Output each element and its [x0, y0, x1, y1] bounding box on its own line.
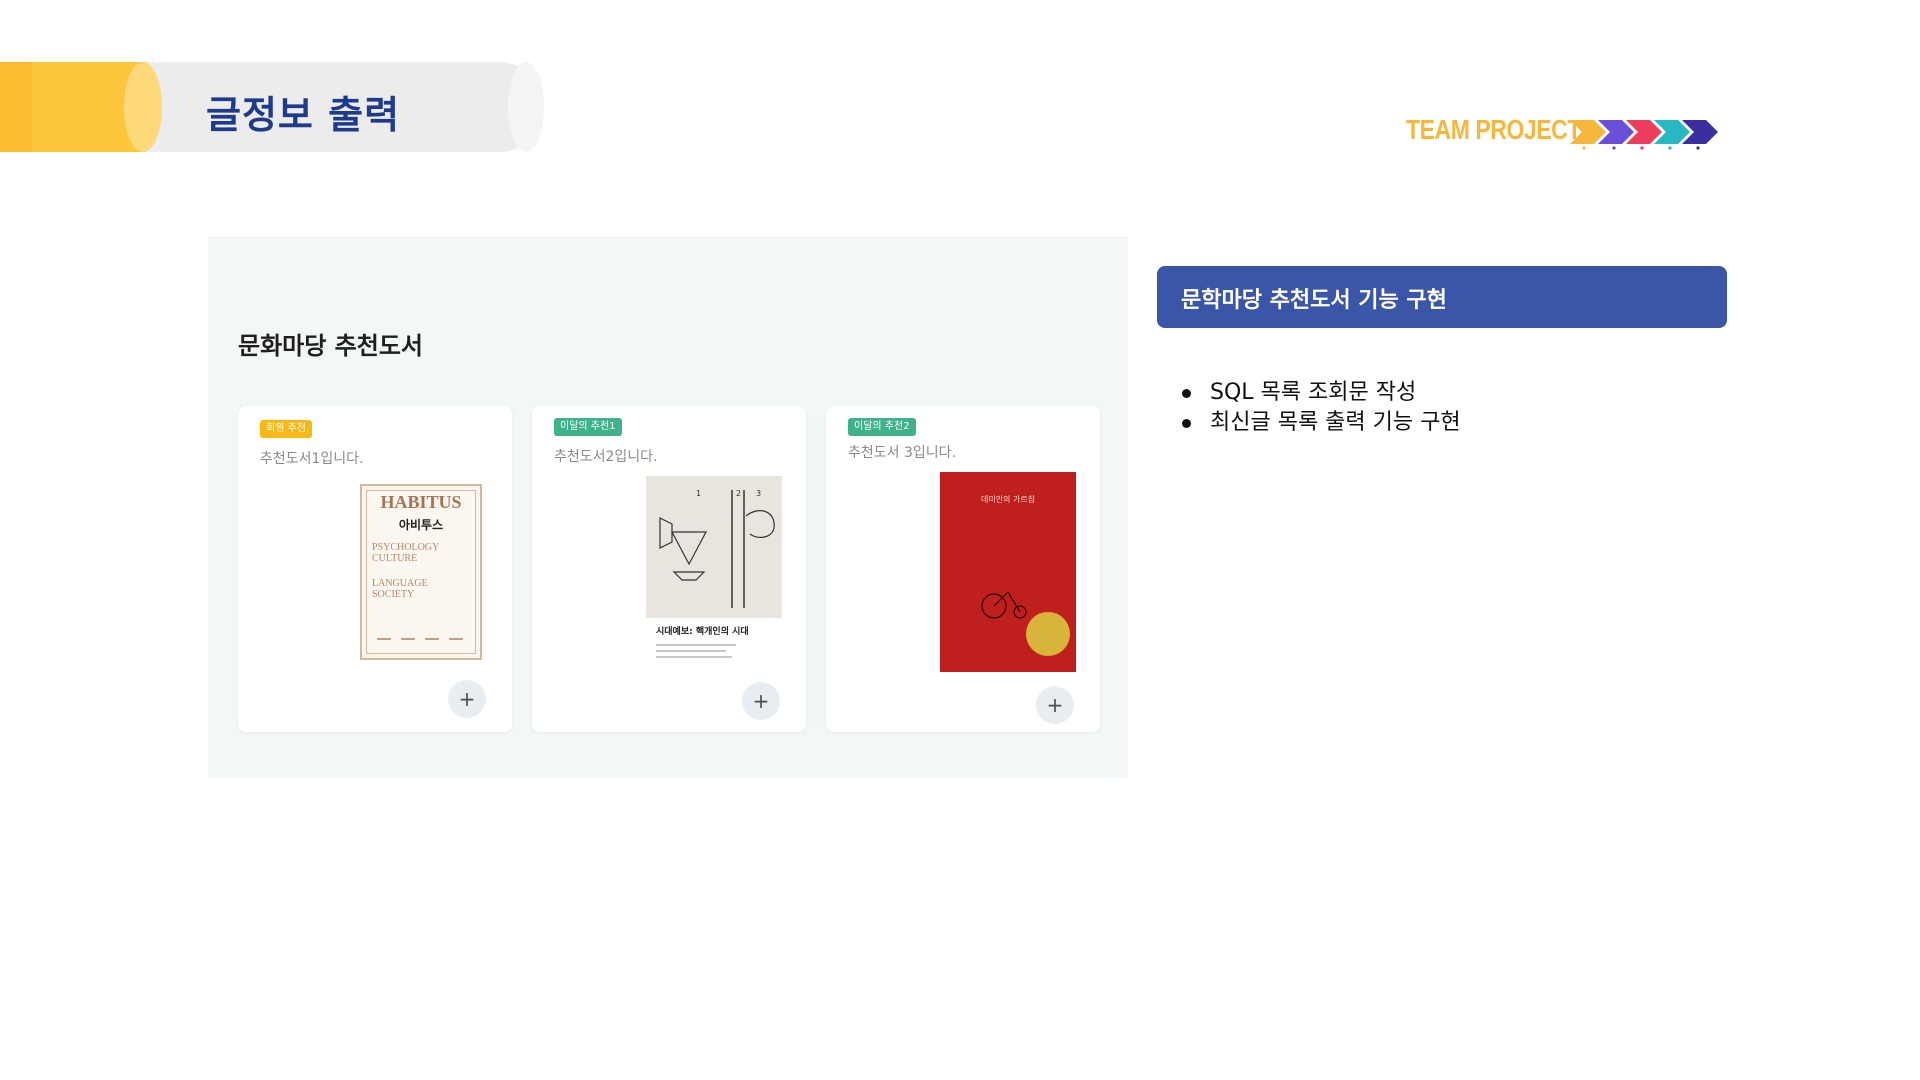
book-cover-image[interactable]: 1 2 3 시대예보: 핵개인의 시대	[646, 476, 782, 662]
cover-text-line	[656, 650, 726, 652]
bullet-dot-icon	[1182, 419, 1191, 428]
svg-text:2: 2	[736, 489, 741, 498]
cover-subtitle: 아비투스	[398, 518, 444, 532]
feature-title: 문학마당 추천도서 기능 구현	[1181, 288, 1447, 313]
list-item: SQL 목록 조회문 작성	[1182, 378, 1461, 408]
cover-illustration: 1 2 3	[646, 476, 782, 618]
banner-yellow-edge	[0, 62, 32, 152]
cover-text-line	[656, 644, 736, 646]
card-description: 추천도서1입니다.	[260, 451, 364, 467]
bullet-text: SQL 목록 조회문 작성	[1210, 380, 1417, 405]
chevron-arrows-icon	[1570, 120, 1718, 150]
cover-text-line	[656, 656, 732, 658]
cover-word: CULTURE	[372, 553, 418, 564]
book-card[interactable]: 이달의 추천1 추천도서2입니다. 1 2 3 시대예보: 핵개인의 시대 +	[532, 406, 806, 732]
bicycle-icon	[981, 591, 1027, 619]
card-badge: 이달의 추천2	[848, 418, 916, 436]
add-button[interactable]: +	[1036, 686, 1074, 724]
ornament	[449, 630, 463, 640]
cover-word: LANGUAGE	[372, 578, 428, 589]
banner-gray-cap	[508, 62, 544, 152]
banner-yellow-cap	[124, 62, 162, 152]
book-card[interactable]: 이달의 추천2 추천도서 3입니다. 데미안의 가르침 +	[826, 406, 1100, 732]
page-title: 글정보 출력	[206, 93, 401, 137]
cover-word-list: PSYCHOLOGY CULTURE LANGUAGE SOCIETY	[372, 542, 468, 600]
book-cover-image[interactable]: 데미안의 가르침	[940, 472, 1076, 672]
cover-title: 데미안의 가르침	[980, 495, 1036, 504]
team-project-logo: TEAM PROJECT	[1406, 110, 1726, 152]
book-card[interactable]: 회원 추천 추천도서1입니다. HABITUS 아비투스 PSYCHOLOGY …	[238, 406, 512, 732]
book-cover-image[interactable]: HABITUS 아비투스 PSYCHOLOGY CULTURE LANGUAGE…	[360, 484, 482, 660]
card-description: 추천도서2입니다.	[554, 449, 658, 465]
title-banner: 글정보 출력	[0, 62, 544, 152]
award-seal-icon	[1026, 612, 1070, 656]
card-badge: 이달의 추천1	[554, 418, 622, 436]
bullet-dot-icon	[1182, 389, 1191, 398]
ornament	[425, 630, 439, 640]
ornament	[377, 630, 391, 640]
add-button[interactable]: +	[448, 680, 486, 718]
cover-word: SOCIETY	[372, 589, 415, 600]
cover-word: PSYCHOLOGY	[372, 542, 440, 553]
feature-bullet-list: SQL 목록 조회문 작성 최신글 목록 출력 기능 구현	[1182, 378, 1461, 438]
panel-heading: 문화마당 추천도서	[238, 332, 423, 360]
cover-title: 시대예보: 핵개인의 시대	[656, 627, 749, 637]
cover-spacer	[372, 564, 468, 578]
svg-text:3: 3	[756, 489, 761, 498]
cover-title: HABITUS	[380, 492, 462, 512]
recommended-books-panel: 문화마당 추천도서 회원 추천 추천도서1입니다. HABITUS 아비투스 P…	[208, 236, 1128, 778]
team-project-text: TEAM PROJECT	[1406, 114, 1581, 145]
list-item: 최신글 목록 출력 기능 구현	[1182, 408, 1461, 438]
ornament	[401, 630, 415, 640]
card-description: 추천도서 3입니다.	[848, 445, 956, 461]
card-badge: 회원 추천	[260, 420, 312, 438]
line-drawing-icon: 1 2 3	[659, 489, 775, 608]
feature-title-box: 문학마당 추천도서 기능 구현	[1157, 266, 1727, 328]
add-button[interactable]: +	[742, 682, 780, 720]
cover-ornaments	[372, 630, 468, 648]
bullet-text: 최신글 목록 출력 기능 구현	[1210, 410, 1461, 435]
svg-text:1: 1	[696, 489, 701, 498]
